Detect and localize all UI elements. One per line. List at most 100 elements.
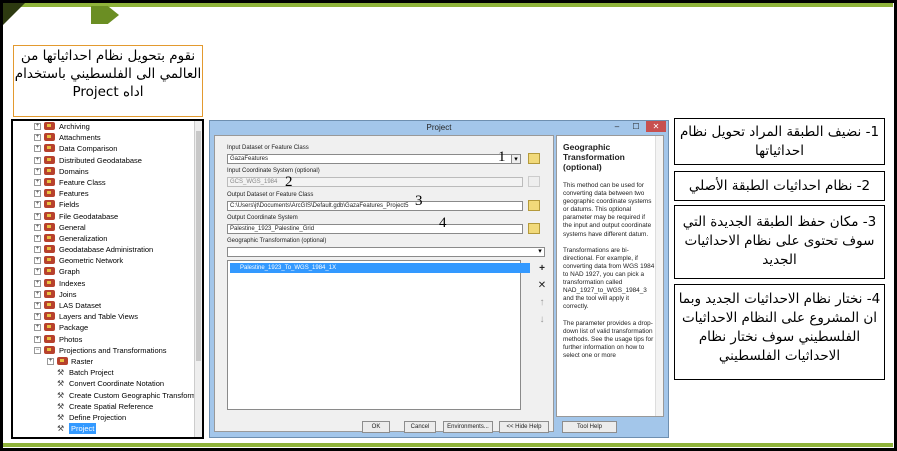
tree-item[interactable]: + Fields bbox=[13, 199, 196, 210]
environments-button[interactable]: Environments... bbox=[443, 421, 493, 433]
tree-item[interactable]: + Raster bbox=[13, 356, 196, 367]
slide-bottom-accent bbox=[3, 443, 893, 447]
expand-icon[interactable]: + bbox=[34, 178, 41, 186]
output-dataset-browse-button[interactable] bbox=[528, 200, 540, 211]
input-dataset-browse-button[interactable] bbox=[528, 153, 540, 164]
toolbox-icon bbox=[44, 200, 55, 209]
move-up-button[interactable]: ↑ bbox=[535, 296, 549, 310]
tree-item-label: File Geodatabase bbox=[59, 211, 119, 221]
tree-item[interactable]: + Generalization bbox=[13, 233, 196, 244]
tree-item-label: Create Spatial Reference bbox=[69, 401, 154, 411]
expand-icon[interactable]: + bbox=[34, 246, 41, 254]
tree-item-label: Define Projection bbox=[69, 412, 127, 422]
expand-icon[interactable]: + bbox=[34, 223, 41, 231]
tree-item[interactable]: + Distributed Geodatabase bbox=[13, 155, 196, 166]
tree-item[interactable]: + File Geodatabase bbox=[13, 211, 196, 222]
expand-icon[interactable]: + bbox=[34, 268, 41, 276]
tree-item[interactable]: + LAS Dataset bbox=[13, 300, 196, 311]
tree-scrollbar-thumb[interactable] bbox=[196, 131, 201, 361]
tree-item[interactable]: − Projections and Transformations bbox=[13, 345, 196, 356]
marker-2: 2 bbox=[285, 174, 293, 190]
tree-item[interactable]: ⚒ Convert Coordinate Notation bbox=[13, 378, 196, 389]
arrow-decoration-icon bbox=[91, 6, 119, 24]
cancel-button[interactable]: Cancel bbox=[404, 421, 436, 433]
expand-icon[interactable]: + bbox=[34, 290, 41, 298]
output-cs-properties-button[interactable] bbox=[528, 223, 540, 234]
tree-item[interactable]: + Features bbox=[13, 188, 196, 199]
dialog-title: Project bbox=[426, 123, 452, 132]
expand-icon[interactable]: + bbox=[34, 324, 41, 332]
minimize-button[interactable]: – bbox=[608, 121, 626, 132]
tree-item[interactable]: ⚒ Batch Project bbox=[13, 367, 196, 378]
expand-icon[interactable]: + bbox=[34, 134, 41, 142]
input-dataset-dropdown-icon[interactable]: ▾ bbox=[511, 154, 521, 164]
tree-item-label: LAS Dataset bbox=[59, 301, 102, 310]
tree-item[interactable]: + Geometric Network bbox=[13, 255, 196, 266]
tree-item[interactable]: + Archiving bbox=[13, 121, 196, 132]
tree-item[interactable]: + General bbox=[13, 222, 196, 233]
toolbox-icon bbox=[44, 289, 55, 298]
toolbox-icon bbox=[44, 166, 55, 175]
geo-transform-selected-item[interactable]: Palestine_1923_To_WGS_1984_1X bbox=[230, 263, 530, 273]
tree-item[interactable]: + Photos bbox=[13, 334, 196, 345]
expand-icon[interactable]: + bbox=[34, 257, 41, 265]
tree-item[interactable]: + Package bbox=[13, 322, 196, 333]
tree-item-label: Distributed Geodatabase bbox=[59, 155, 142, 165]
tree-item[interactable]: + Feature Class bbox=[13, 177, 196, 188]
tool-help-button[interactable]: Tool Help bbox=[562, 421, 617, 433]
expand-icon[interactable]: + bbox=[34, 201, 41, 209]
tree-item[interactable]: + Data Comparison bbox=[13, 143, 196, 154]
geo-transform-dropdown[interactable] bbox=[227, 247, 545, 257]
geo-transform-list[interactable]: Palestine_1923_To_WGS_1984_1X bbox=[227, 260, 530, 410]
move-down-button[interactable]: ↓ bbox=[535, 313, 549, 327]
expand-icon[interactable]: + bbox=[34, 335, 41, 343]
expand-icon[interactable]: + bbox=[34, 212, 41, 220]
expand-icon[interactable]: + bbox=[34, 302, 41, 309]
tree-item[interactable]: ⚒ Create Custom Geographic Transform bbox=[13, 390, 196, 401]
toolbox-icon bbox=[44, 133, 55, 142]
marker-3: 3 bbox=[415, 193, 423, 209]
tree-item[interactable]: ⚒ Define Projection bbox=[13, 412, 196, 423]
project-dialog: Project – ☐ ✕ Input Dataset or Feature C… bbox=[209, 120, 669, 438]
tree-item[interactable]: + Attachments bbox=[13, 132, 196, 143]
tree-item[interactable]: + Graph bbox=[13, 266, 196, 277]
expand-icon[interactable]: + bbox=[34, 145, 41, 153]
expand-icon[interactable]: + bbox=[34, 279, 41, 287]
tree-item[interactable]: ⚒ Create Spatial Reference bbox=[13, 401, 196, 412]
expand-icon[interactable]: + bbox=[34, 156, 41, 164]
ok-button[interactable]: OK bbox=[362, 421, 390, 433]
maximize-button[interactable]: ☐ bbox=[627, 121, 645, 132]
expand-icon[interactable]: + bbox=[34, 167, 41, 175]
tree-scrollbar[interactable] bbox=[194, 121, 202, 437]
marker-1: 1 bbox=[498, 149, 506, 165]
output-cs-field[interactable]: Palestine_1923_Palestine_Grid bbox=[227, 224, 523, 234]
output-dataset-label: Output Dataset or Feature Class bbox=[227, 192, 314, 198]
tree-item[interactable]: ⚒ Project bbox=[13, 423, 196, 435]
geo-transform-chevron-down-icon[interactable]: ▾ bbox=[535, 247, 545, 257]
tree-item-label: Layers and Table Views bbox=[59, 312, 138, 322]
remove-transform-button[interactable]: ✕ bbox=[535, 279, 549, 293]
close-button[interactable]: ✕ bbox=[646, 121, 666, 132]
hide-help-button[interactable]: << Hide Help bbox=[499, 421, 549, 433]
expand-icon[interactable]: − bbox=[34, 346, 41, 354]
tree-item[interactable]: + Layers and Table Views bbox=[13, 311, 196, 322]
tree-item-label: Raster bbox=[71, 356, 94, 366]
corner-decoration bbox=[3, 3, 25, 25]
expand-icon[interactable]: + bbox=[34, 313, 41, 321]
output-dataset-field[interactable]: C:\Users\jt\Documents\ArcGIS\Default.gdb… bbox=[227, 201, 523, 211]
expand-icon[interactable]: + bbox=[34, 123, 41, 130]
toolbox-tree[interactable]: + Archiving + Attachments + Data Comparison + D… bbox=[11, 119, 204, 439]
help-panel: Geographic Transformation (optional) Thi… bbox=[556, 135, 664, 417]
tree-item[interactable]: + Domains bbox=[13, 166, 196, 177]
tree-item[interactable]: + Indexes bbox=[13, 278, 196, 289]
expand-icon[interactable]: + bbox=[34, 234, 41, 242]
tree-item[interactable]: + Joins bbox=[13, 289, 196, 300]
tree-item-label: Create Custom Geographic Transform bbox=[69, 390, 196, 400]
expand-icon[interactable]: + bbox=[47, 357, 54, 365]
tree-item[interactable]: + Geodatabase Administration bbox=[13, 244, 196, 255]
add-transform-button[interactable]: + bbox=[535, 262, 549, 276]
help-text: This method can be used for converting d… bbox=[563, 182, 655, 359]
help-scrollbar[interactable] bbox=[655, 136, 663, 416]
input-dataset-field[interactable]: GazaFeatures bbox=[227, 154, 521, 164]
expand-icon[interactable]: + bbox=[34, 190, 41, 198]
